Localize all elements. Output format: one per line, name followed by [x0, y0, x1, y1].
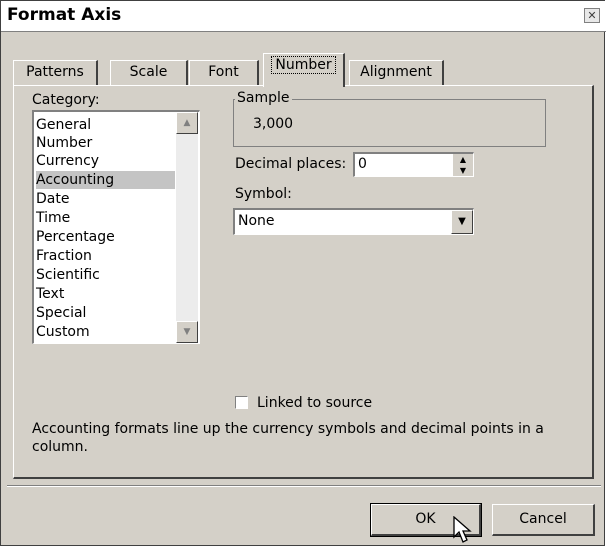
decimal-places-value[interactable]: 0 — [358, 156, 367, 172]
list-item[interactable]: Scientific — [36, 266, 175, 284]
tab-scale[interactable]: Scale — [110, 60, 188, 85]
decimal-places-label: Decimal places: — [235, 156, 347, 172]
symbol-value: None — [238, 213, 275, 229]
format-axis-dialog: Format Axis ✕ Patterns Scale Font Number… — [0, 0, 606, 546]
spin-buttons[interactable]: ▲ ▼ — [452, 154, 473, 176]
category-scrollbar[interactable]: ▲ ▼ — [176, 112, 198, 343]
sample-value: 3,000 — [253, 116, 294, 132]
list-item[interactable]: Number — [36, 134, 175, 152]
tab-label: Number — [271, 56, 336, 74]
tab-label: Scale — [129, 64, 168, 80]
list-item[interactable]: General — [36, 116, 175, 134]
symbol-label: Symbol: — [235, 186, 292, 202]
list-item[interactable]: Text — [36, 285, 175, 303]
tab-number[interactable]: Number — [263, 53, 345, 87]
category-label: Category: — [32, 92, 100, 108]
list-item[interactable]: Special — [36, 304, 175, 322]
linked-to-source-checkbox[interactable] — [235, 396, 248, 409]
list-item[interactable]: Percentage — [36, 228, 175, 246]
category-description: Accounting formats line up the currency … — [32, 421, 544, 455]
symbol-dropdown[interactable]: None ▼ — [233, 208, 474, 235]
separator — [7, 485, 601, 487]
tab-font[interactable]: Font — [189, 60, 259, 85]
mouse-cursor-icon — [453, 516, 472, 543]
list-item[interactable]: Fraction — [36, 247, 175, 265]
scroll-up-icon[interactable]: ▲ — [176, 112, 198, 134]
tab-alignment[interactable]: Alignment — [349, 60, 444, 85]
category-listbox[interactable]: General Number Currency Accounting Date … — [32, 110, 200, 344]
title-bar[interactable]: Format Axis ✕ — [1, 1, 606, 32]
tab-label: Font — [208, 64, 239, 80]
tab-label: Patterns — [26, 64, 84, 80]
close-icon[interactable]: ✕ — [584, 8, 600, 23]
list-item[interactable]: Time — [36, 209, 175, 227]
spin-down-icon[interactable]: ▼ — [452, 165, 473, 176]
list-item[interactable]: Custom — [36, 323, 175, 341]
window-title: Format Axis — [7, 5, 122, 25]
list-item-selected[interactable]: Accounting — [36, 171, 175, 189]
sample-label: Sample — [235, 90, 292, 106]
tab-patterns[interactable]: Patterns — [13, 60, 98, 85]
chevron-down-icon[interactable]: ▼ — [451, 210, 473, 234]
linked-to-source-label[interactable]: Linked to source — [257, 395, 372, 411]
scroll-down-icon[interactable]: ▼ — [176, 321, 198, 343]
list-item[interactable]: Currency — [36, 152, 175, 170]
spin-up-icon[interactable]: ▲ — [452, 154, 473, 165]
list-item[interactable]: Date — [36, 190, 175, 208]
tab-label: Alignment — [360, 64, 432, 80]
decimal-places-stepper[interactable]: 0 ▲ ▼ — [353, 152, 474, 177]
cancel-button[interactable]: Cancel — [492, 504, 595, 536]
